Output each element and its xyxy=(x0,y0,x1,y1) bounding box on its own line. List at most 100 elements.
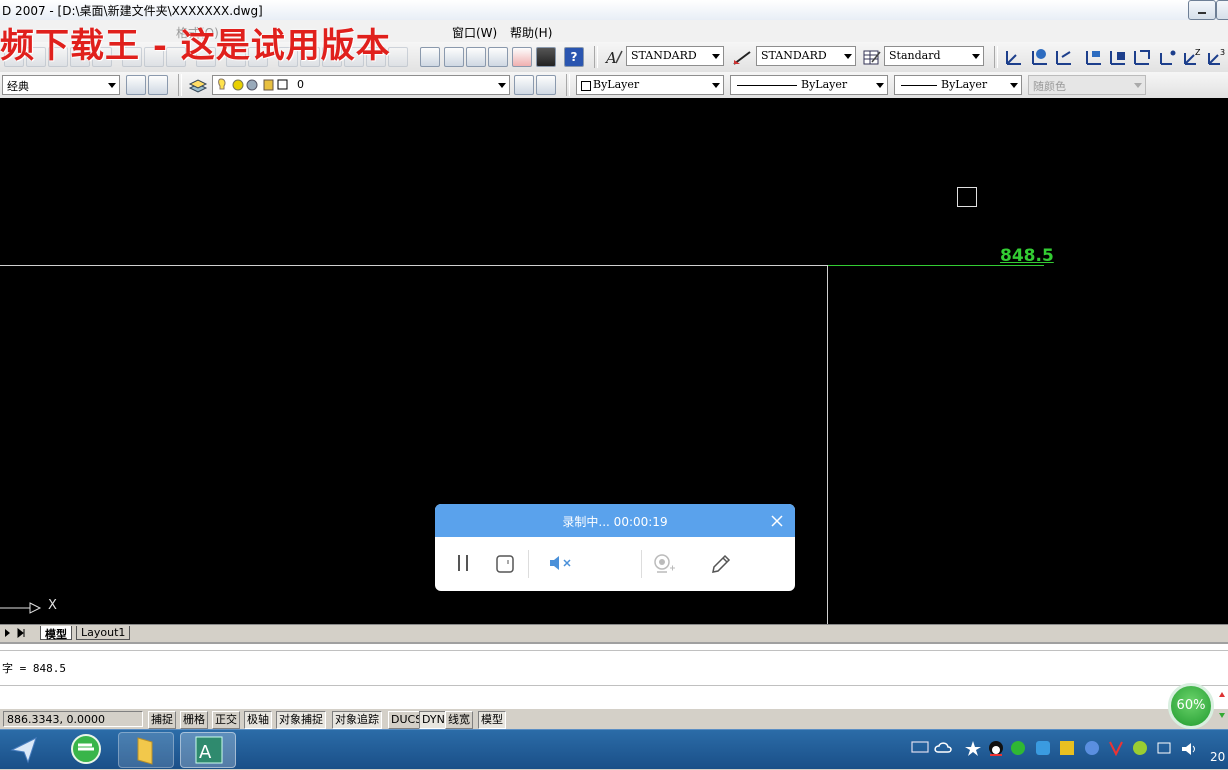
menu-help[interactable]: 帮助(H) xyxy=(510,24,552,41)
command-window[interactable]: 字 = 848.5 xyxy=(0,642,1228,710)
ortho-button[interactable]: 正交 xyxy=(212,711,240,729)
table-style-value: Standard xyxy=(889,49,941,62)
svg-text:A: A xyxy=(199,742,212,763)
linetype-value: ByLayer xyxy=(801,78,848,91)
ucs-origin-icon[interactable] xyxy=(1158,47,1178,67)
dyn-button[interactable]: DYN xyxy=(419,711,448,729)
close-icon[interactable] xyxy=(771,515,783,527)
ucs-z-axis-icon[interactable]: Z xyxy=(1182,47,1202,67)
linetype-select[interactable]: ByLayer xyxy=(730,75,888,95)
layer-state-icons xyxy=(218,78,288,91)
command-input-divider xyxy=(0,685,1228,686)
autocad-taskbar-button[interactable]: A xyxy=(180,732,236,768)
pickbox-cursor xyxy=(957,187,977,207)
tab-navigation-icon[interactable] xyxy=(2,627,32,639)
lineweight-select[interactable]: ByLayer xyxy=(894,75,1022,95)
clock[interactable]: 20 xyxy=(1210,750,1225,764)
maximize-button[interactable] xyxy=(1216,0,1228,20)
explorer-taskbar-button[interactable] xyxy=(118,732,174,768)
workspace-value: 经典 xyxy=(7,80,29,93)
ucs-previous-icon[interactable] xyxy=(1054,47,1074,67)
zoom-out-icon[interactable] xyxy=(388,47,408,67)
ucs-object-icon[interactable] xyxy=(1108,47,1128,67)
design-center-icon[interactable] xyxy=(444,47,464,67)
linetype-sample xyxy=(737,85,797,86)
workspace-settings-icon[interactable] xyxy=(126,75,146,95)
help-icon[interactable]: ? xyxy=(564,47,584,67)
crosshair-vertical xyxy=(827,266,828,624)
workspace-save-icon[interactable] xyxy=(148,75,168,95)
toolbar-separator xyxy=(178,74,182,96)
screen-recorder-panel: 录制中... 00:00:19 xyxy=(435,504,795,591)
start-icon[interactable] xyxy=(6,732,42,766)
grid-button[interactable]: 栅格 xyxy=(180,711,208,729)
ucs-view-icon[interactable] xyxy=(1132,47,1152,67)
tab-model[interactable]: 模型 xyxy=(40,626,72,641)
properties-icon[interactable] xyxy=(420,47,440,67)
ucs-axis-icon xyxy=(0,602,42,614)
text-style-select[interactable]: STANDARD xyxy=(626,46,724,66)
scroll-arrows-icon[interactable] xyxy=(1216,690,1228,720)
browser-icon[interactable] xyxy=(64,732,108,766)
plotstyle-select: 随颜色 xyxy=(1028,75,1146,95)
layer-properties-icon[interactable] xyxy=(188,76,208,94)
layer-select[interactable]: 0 xyxy=(212,75,510,95)
pencil-icon[interactable] xyxy=(710,553,732,575)
make-object-layer-current-icon[interactable] xyxy=(514,75,534,95)
markup-icon[interactable] xyxy=(512,47,532,67)
stop-icon[interactable] xyxy=(496,555,514,573)
ucs-icon[interactable] xyxy=(1004,47,1024,67)
chevron-down-icon xyxy=(1134,83,1142,88)
taskbar: A 20 xyxy=(0,729,1228,769)
chevron-down-icon xyxy=(498,83,506,88)
table-style-select[interactable]: Standard xyxy=(884,46,984,66)
lineweight-button[interactable]: 线宽 xyxy=(445,711,473,729)
folder-icon xyxy=(137,737,153,765)
snap-button[interactable]: 捕捉 xyxy=(148,711,176,729)
plotstyle-value: 随颜色 xyxy=(1033,80,1066,93)
layer-previous-icon[interactable] xyxy=(536,75,556,95)
color-select[interactable]: ByLayer xyxy=(576,75,724,95)
text-style-icon[interactable]: A xyxy=(604,48,624,66)
layout-tab-bar: 模型 Layout1 xyxy=(0,624,1228,641)
dimension-style-select[interactable]: STANDARD xyxy=(756,46,856,66)
tab-layout1[interactable]: Layout1 xyxy=(76,626,131,640)
menu-window[interactable]: 窗口(W) xyxy=(452,24,497,41)
toolbar-separator xyxy=(594,46,598,68)
lineweight-value: ByLayer xyxy=(941,78,988,91)
dimension-style-value: STANDARD xyxy=(761,49,827,62)
webcam-icon[interactable] xyxy=(652,553,676,575)
window-title: D 2007 - [D:\桌面\新建文件夹\XXXXXXX.dwg] xyxy=(2,4,263,18)
color-swatch xyxy=(581,81,591,91)
mute-icon[interactable] xyxy=(548,554,574,572)
recorder-status: 录制中... 00:00:19 xyxy=(562,515,668,529)
ucs-x-label: X xyxy=(48,598,57,613)
chevron-down-icon xyxy=(712,83,720,88)
trial-watermark: 频下载王 - 这是试用版本 xyxy=(0,26,391,66)
svg-text:Z: Z xyxy=(1195,48,1201,57)
pause-icon[interactable] xyxy=(455,554,471,572)
color-value: ByLayer xyxy=(593,78,640,91)
dimension-style-icon[interactable] xyxy=(732,48,752,66)
volume-icon[interactable] xyxy=(1180,740,1198,758)
calculator-icon[interactable] xyxy=(536,47,556,67)
polar-button[interactable]: 极轴 xyxy=(244,711,272,729)
table-style-icon[interactable] xyxy=(862,48,882,66)
ucs-face-icon[interactable] xyxy=(1084,47,1104,67)
ucs-3point-icon[interactable]: 3 xyxy=(1206,47,1226,67)
chevron-down-icon xyxy=(712,54,720,59)
tool-palettes-icon[interactable] xyxy=(466,47,486,67)
toolbar-separator xyxy=(566,74,570,96)
performance-badge[interactable]: 60% xyxy=(1168,683,1214,729)
ucs-world-icon[interactable] xyxy=(1030,47,1050,67)
system-tray-icons[interactable] xyxy=(910,738,1180,760)
sheet-set-icon[interactable] xyxy=(488,47,508,67)
otrack-button[interactable]: 对象追踪 xyxy=(332,711,382,729)
osnap-button[interactable]: 对象捕捉 xyxy=(276,711,326,729)
minimize-button[interactable] xyxy=(1188,0,1216,20)
recorder-divider xyxy=(641,550,642,578)
autocad-icon: A xyxy=(195,736,223,764)
model-button[interactable]: 模型 xyxy=(478,711,506,729)
workspace-select[interactable]: 经典 xyxy=(2,75,120,95)
dimension-value-label: 848.5 xyxy=(1000,246,1054,266)
